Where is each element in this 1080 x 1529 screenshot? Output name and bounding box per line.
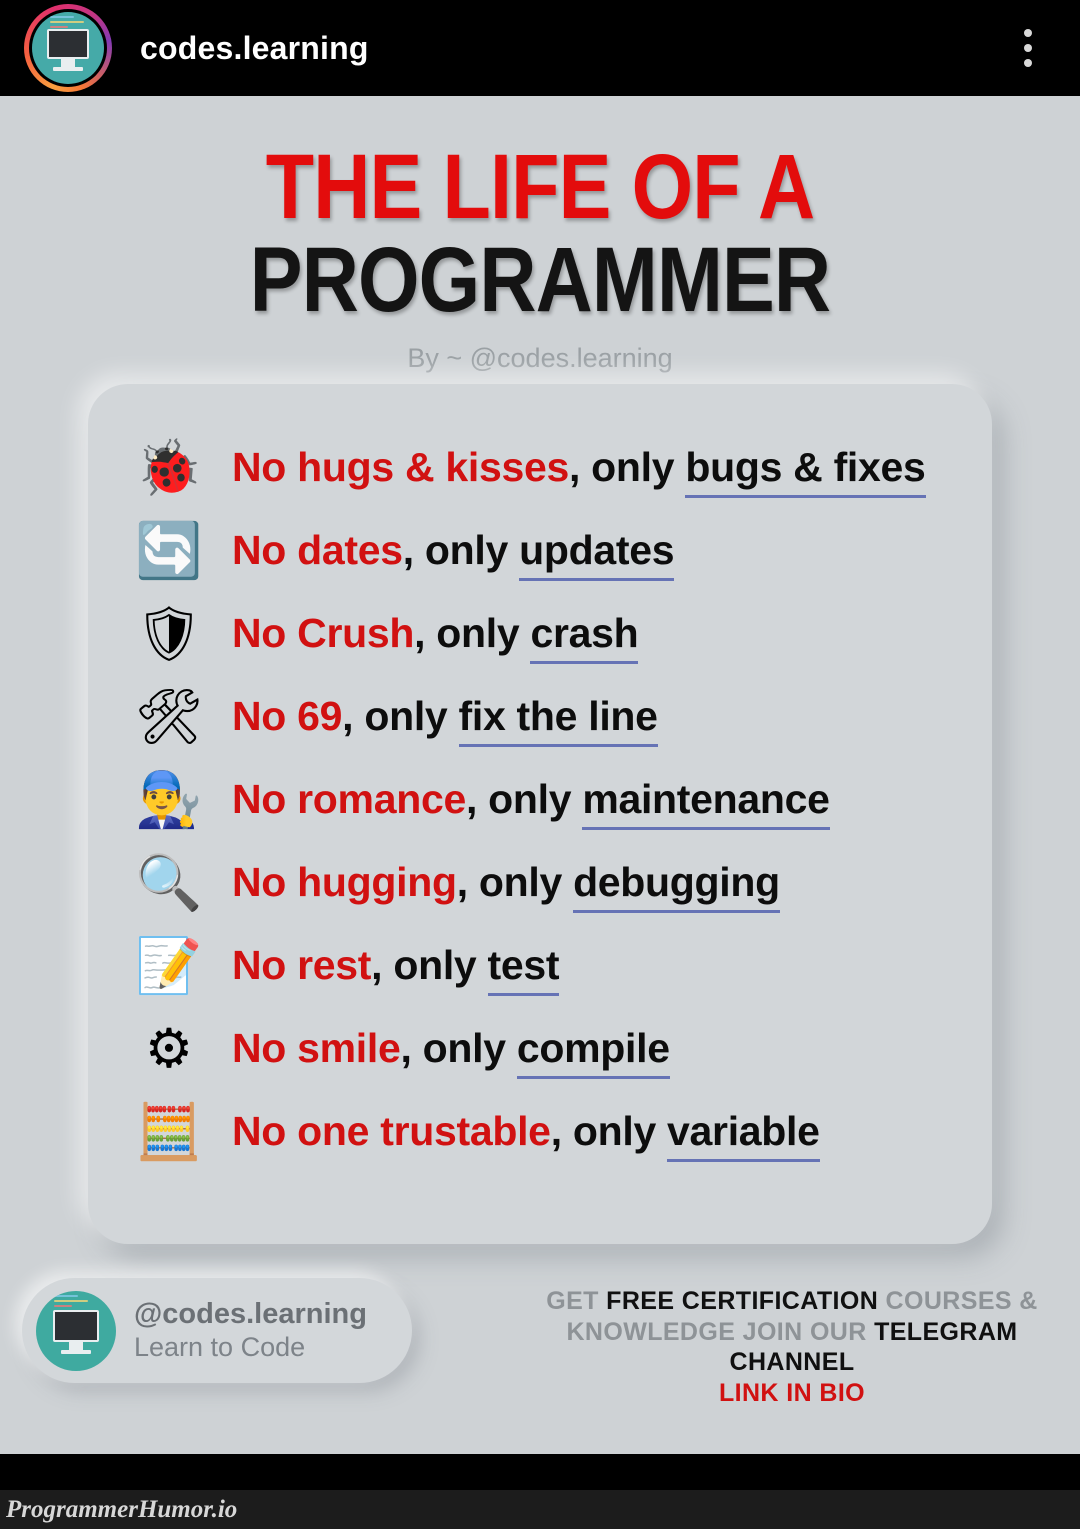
list-item-red-part: No hugging <box>232 859 457 905</box>
code-monitor-avatar-icon <box>32 12 104 84</box>
list-item-underlined-part: compile <box>516 1025 670 1079</box>
joke-list: 🐞 No hugs & kisses, only bugs & fixes 🔄 No … <box>88 426 992 1173</box>
promo-l2a: KNOWLEDGE JOIN OUR <box>566 1317 875 1346</box>
variable-data-icon: 🧮 <box>135 1099 203 1163</box>
list-item: ⚙ No smile, only compile <box>132 1007 948 1090</box>
list-item-underlined-part: maintenance <box>582 776 830 830</box>
ladybug-icon: 🐞 <box>135 435 203 499</box>
promo-text: GET FREE CERTIFICATION COURSES & KNOWLED… <box>532 1286 1052 1408</box>
list-item-underlined-part: debugging <box>573 859 780 913</box>
bug-magnifier-icon: 🔍 <box>135 850 203 914</box>
avatar-inner <box>29 9 107 87</box>
story-ring[interactable] <box>24 4 112 92</box>
list-item-mid-part: , only <box>465 776 583 822</box>
code-monitor-avatar-icon <box>36 1290 116 1371</box>
title-block: THE LIFE OF A PROGRAMMER By ~ @codes.lea… <box>0 96 1080 374</box>
list-item-mid-part: , only <box>568 444 686 490</box>
list-item-red-part: No Crush <box>232 610 415 656</box>
list-item: 🔍 No hugging, only debugging <box>132 841 948 924</box>
list-item-underlined-part: fix the line <box>458 693 658 747</box>
post-footer: @codes.learning Learn to Code GET FREE C… <box>0 1278 1080 1407</box>
profile-subtitle: Learn to Code <box>134 1331 306 1362</box>
page-title-line2: PROGRAMMER <box>249 229 831 332</box>
list-item-mid-part: , only <box>400 1025 517 1071</box>
list-item-underlined-part: bugs & fixes <box>685 444 926 498</box>
promo-line-2: KNOWLEDGE JOIN OUR TELEGRAM CHANNEL <box>532 1317 1052 1378</box>
instagram-header: codes.learning <box>0 0 1080 96</box>
profile-handle: @codes.learning <box>134 1298 367 1331</box>
shield-tools-icon: 🛠 <box>134 684 204 748</box>
list-item-text: No smile, only compile <box>232 1025 670 1079</box>
code-gear-icon: ⚙ <box>144 1016 194 1080</box>
list-item-text: No rest, only test <box>232 942 560 996</box>
promo-l1c: COURSES & <box>885 1287 1038 1315</box>
monitor-shape <box>53 1310 99 1342</box>
byline: By ~ @codes.learning <box>407 342 673 373</box>
promo-line-1: GET FREE CERTIFICATION COURSES & <box>532 1286 1052 1317</box>
more-options-icon[interactable] <box>1024 29 1032 67</box>
list-item: 🐞 No hugs & kisses, only bugs & fixes <box>132 426 948 509</box>
link-in-bio-text: LINK IN BIO <box>718 1378 866 1407</box>
list-item-mid-part: , only <box>550 1108 668 1154</box>
list-item-red-part: No rest <box>232 942 372 988</box>
list-item-underlined-part: test <box>487 942 560 996</box>
list-item-text: No Crush, only crash <box>232 610 639 664</box>
instagram-post-screen: codes.learning THE LIFE OF A PROGRAMMER … <box>0 0 1080 1529</box>
list-card: 🐞 No hugs & kisses, only bugs & fixes 🔄 No … <box>88 384 992 1244</box>
list-item-red-part: No 69 <box>232 693 343 739</box>
page-title-line1: THE LIFE OF A <box>265 136 815 238</box>
site-watermark: ProgrammerHumor.io <box>0 1490 1080 1529</box>
mechanic-worker-icon: 👨‍🔧 <box>135 767 203 831</box>
account-username[interactable]: codes.learning <box>140 30 369 67</box>
broken-shield-icon: 🛡 <box>134 601 204 665</box>
list-item: 🛡 No Crush, only crash <box>132 592 948 675</box>
test-checklist-icon: 📝 <box>135 933 203 997</box>
list-item: 🧮 No one trustable, only variable <box>132 1090 948 1173</box>
list-item-underlined-part: updates <box>519 527 675 581</box>
watermark-text: ProgrammerHumor.io <box>6 1495 238 1523</box>
promo-l1b: FREE CERTIFICATION <box>606 1287 886 1315</box>
list-item: 👨‍🔧 No romance, only maintenance <box>132 758 948 841</box>
list-item-red-part: No romance <box>232 776 466 822</box>
refresh-arrows-icon: 🔄 <box>135 518 203 582</box>
list-item-text: No dates, only updates <box>232 527 675 581</box>
list-item-mid-part: , only <box>342 693 459 739</box>
dot <box>1024 44 1032 52</box>
monitor-shape <box>47 29 89 59</box>
dot <box>1024 29 1032 37</box>
list-item-mid-part: , only <box>402 527 520 573</box>
list-item-mid-part: , only <box>414 610 531 656</box>
list-item-mid-part: , only <box>456 859 574 905</box>
list-item-text: No hugs & kisses, only bugs & fixes <box>232 444 926 498</box>
post-image[interactable]: THE LIFE OF A PROGRAMMER By ~ @codes.lea… <box>0 96 1080 1454</box>
profile-badge-text: @codes.learning Learn to Code <box>134 1298 367 1362</box>
list-item-red-part: No dates <box>232 527 403 573</box>
dot <box>1024 59 1032 67</box>
list-item-underlined-part: variable <box>667 1108 820 1162</box>
list-item: 🛠 No 69, only fix the line <box>132 675 948 758</box>
profile-badge[interactable]: @codes.learning Learn to Code <box>22 1278 412 1383</box>
list-item-mid-part: , only <box>371 942 488 988</box>
list-item-red-part: No hugs & kisses <box>232 444 569 490</box>
list-item-underlined-part: crash <box>530 610 639 664</box>
list-item-text: No hugging, only debugging <box>232 859 780 913</box>
list-item-red-part: No smile <box>232 1025 401 1071</box>
list-item: 📝 No rest, only test <box>132 924 948 1007</box>
list-item: 🔄 No dates, only updates <box>132 509 948 592</box>
list-item-text: No one trustable, only variable <box>232 1108 820 1162</box>
promo-l1a: GET <box>546 1287 607 1315</box>
list-item-text: No 69, only fix the line <box>232 693 658 747</box>
list-item-red-part: No one trustable <box>232 1108 551 1154</box>
list-item-text: No romance, only maintenance <box>232 776 830 830</box>
